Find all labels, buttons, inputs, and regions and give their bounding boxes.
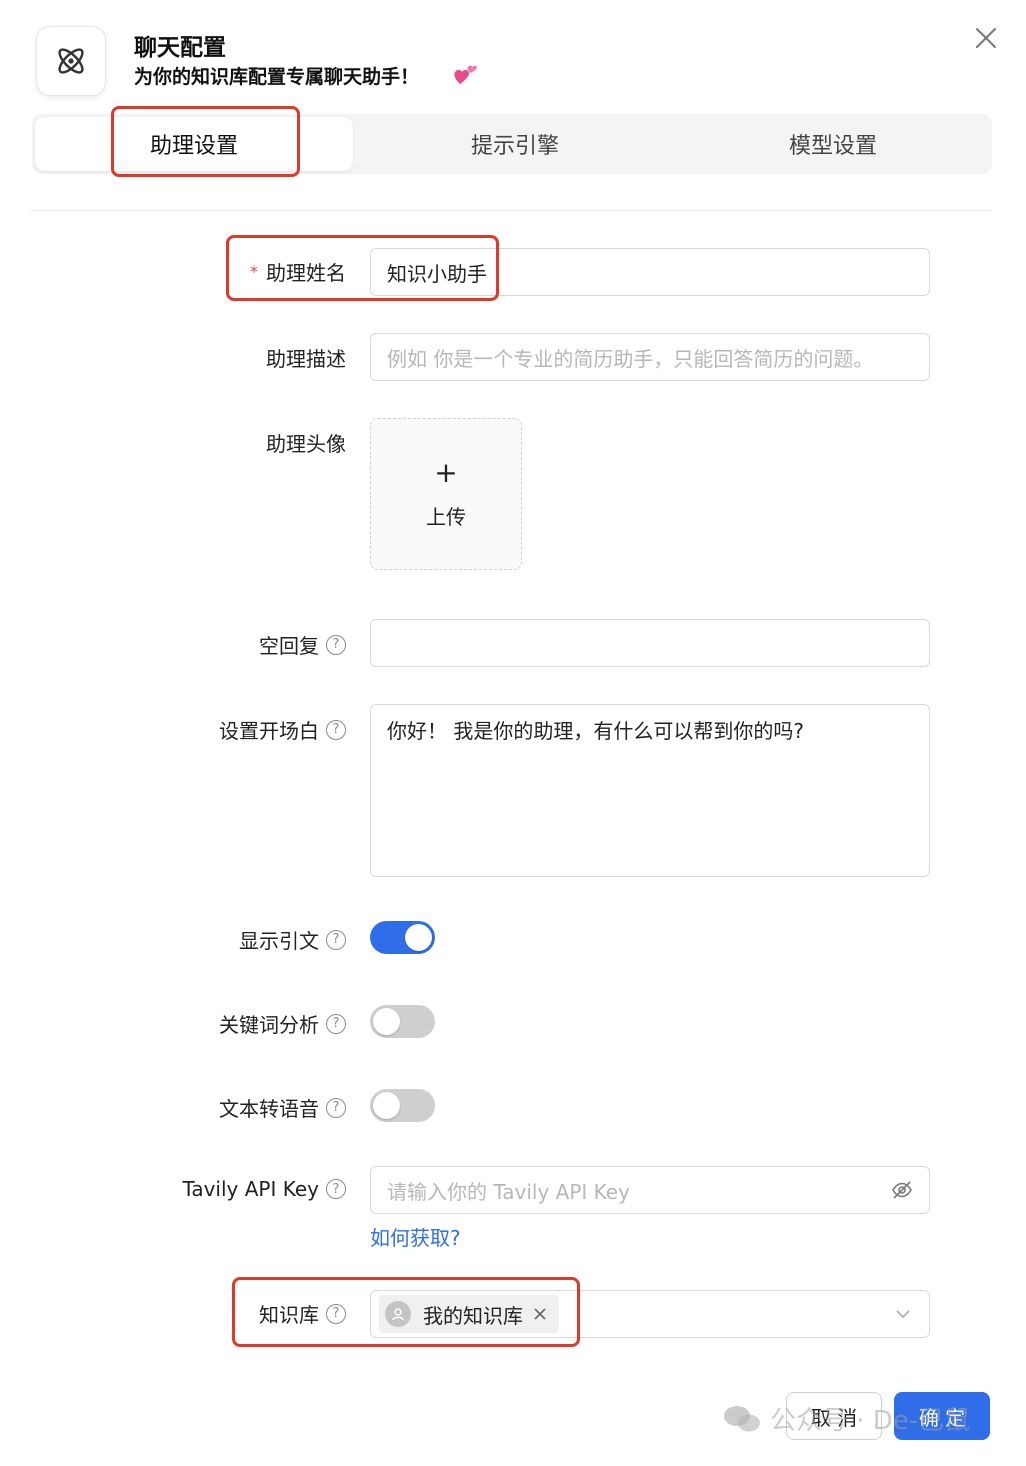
dialog-title: 聊天配置: [134, 35, 226, 61]
opener-label: 设置开场白 ?: [219, 715, 346, 744]
help-icon[interactable]: ?: [326, 929, 346, 950]
tab-assistant-settings[interactable]: 助理设置: [35, 117, 353, 171]
toggle-knob: [405, 924, 432, 951]
assistant-description-input[interactable]: 例如 你是一个专业的简历助手，只能回答简历的问题。: [370, 333, 930, 381]
wechat-icon: [724, 1405, 760, 1431]
help-icon[interactable]: ?: [326, 719, 346, 740]
confirm-button[interactable]: 确 定: [894, 1392, 990, 1440]
opener-textarea[interactable]: 你好！ 我是你的助理，有什么可以帮到你的吗?: [370, 704, 930, 877]
remove-tag-icon[interactable]: [531, 1305, 549, 1323]
help-icon[interactable]: ?: [326, 1013, 346, 1034]
toggle-knob: [373, 1092, 400, 1119]
dialog-subtitle: 为你的知识库配置专属聊天助手！: [134, 66, 420, 88]
knowledge-base-select[interactable]: 我的知识库: [370, 1290, 930, 1338]
empty-reply-input[interactable]: [370, 619, 930, 667]
avatar-label: 助理头像: [266, 432, 346, 456]
app-logo: [36, 26, 106, 96]
help-icon[interactable]: ?: [326, 1097, 346, 1118]
tavily-label: Tavily API Key ?: [182, 1177, 346, 1201]
hearts-icon: [454, 65, 477, 84]
description-label: 助理描述: [266, 347, 346, 371]
tts-toggle[interactable]: [370, 1089, 435, 1122]
avatar-upload[interactable]: + 上传: [370, 418, 522, 570]
atom-icon: [58, 48, 84, 74]
tts-label: 文本转语音 ?: [219, 1093, 346, 1122]
keyword-analysis-toggle[interactable]: [370, 1005, 435, 1038]
show-quote-label: 显示引文 ?: [239, 925, 346, 954]
eye-off-icon[interactable]: [891, 1179, 913, 1201]
keyword-analysis-label: 关键词分析 ?: [219, 1009, 346, 1038]
assistant-name-input[interactable]: 知识小助手: [370, 248, 930, 296]
help-icon[interactable]: ?: [326, 1179, 346, 1199]
tavily-api-key-input[interactable]: 请输入你的 Tavily API Key: [370, 1166, 930, 1214]
upload-label: 上传: [426, 504, 466, 529]
empty-reply-label: 空回复 ?: [259, 630, 346, 659]
divider: [30, 210, 992, 211]
user-avatar-icon: [385, 1301, 411, 1327]
tab-prompt-engine[interactable]: 提示引擎: [356, 114, 674, 174]
tab-bar: 助理设置 提示引擎 模型设置: [32, 114, 992, 174]
tab-model-settings[interactable]: 模型设置: [674, 114, 992, 174]
toggle-knob: [373, 1008, 400, 1035]
close-button[interactable]: [972, 24, 1000, 52]
close-icon: [976, 28, 996, 48]
help-icon[interactable]: ?: [326, 634, 346, 655]
cancel-button[interactable]: 取 消: [786, 1392, 882, 1440]
plus-icon: +: [434, 455, 458, 489]
required-mark: *: [250, 262, 258, 281]
knowledge-base-label: 知识库 ?: [259, 1299, 346, 1328]
chevron-down-icon: [896, 1310, 910, 1319]
how-to-get-link[interactable]: 如何获取?: [370, 1222, 461, 1251]
help-icon[interactable]: ?: [326, 1303, 346, 1324]
knowledge-base-tag: 我的知识库: [379, 1295, 559, 1333]
show-quote-toggle[interactable]: [370, 921, 435, 954]
name-label: * 助理姓名: [250, 261, 346, 285]
